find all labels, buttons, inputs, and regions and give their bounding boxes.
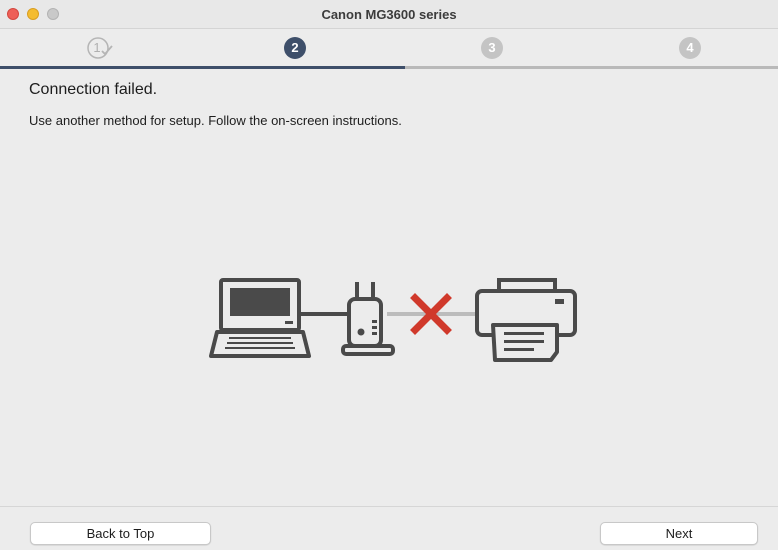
step-complete-check-icon (87, 37, 113, 59)
step-1-label: 1 (93, 40, 101, 55)
router-icon (341, 282, 395, 356)
step-1-done: 1 (87, 37, 113, 59)
step-3-pending: 3 (481, 37, 503, 59)
next-button[interactable]: Next (600, 522, 758, 545)
back-to-top-button[interactable]: Back to Top (30, 522, 211, 545)
printer-icon (475, 278, 577, 362)
instructions-text: Use another method for setup. Follow the… (29, 113, 402, 128)
footer-divider (0, 506, 778, 507)
progress-fill (0, 66, 405, 69)
window-title: Canon MG3600 series (321, 7, 457, 22)
title-bar: Canon MG3600 series (0, 0, 778, 29)
step-4-pending: 4 (679, 37, 701, 59)
step-indicator: 1 2 3 4 (0, 30, 778, 68)
connection-diagram (209, 278, 577, 362)
step-2-current: 2 (284, 37, 306, 59)
page-heading: Connection failed. (29, 81, 158, 98)
laptop-icon (209, 278, 311, 358)
